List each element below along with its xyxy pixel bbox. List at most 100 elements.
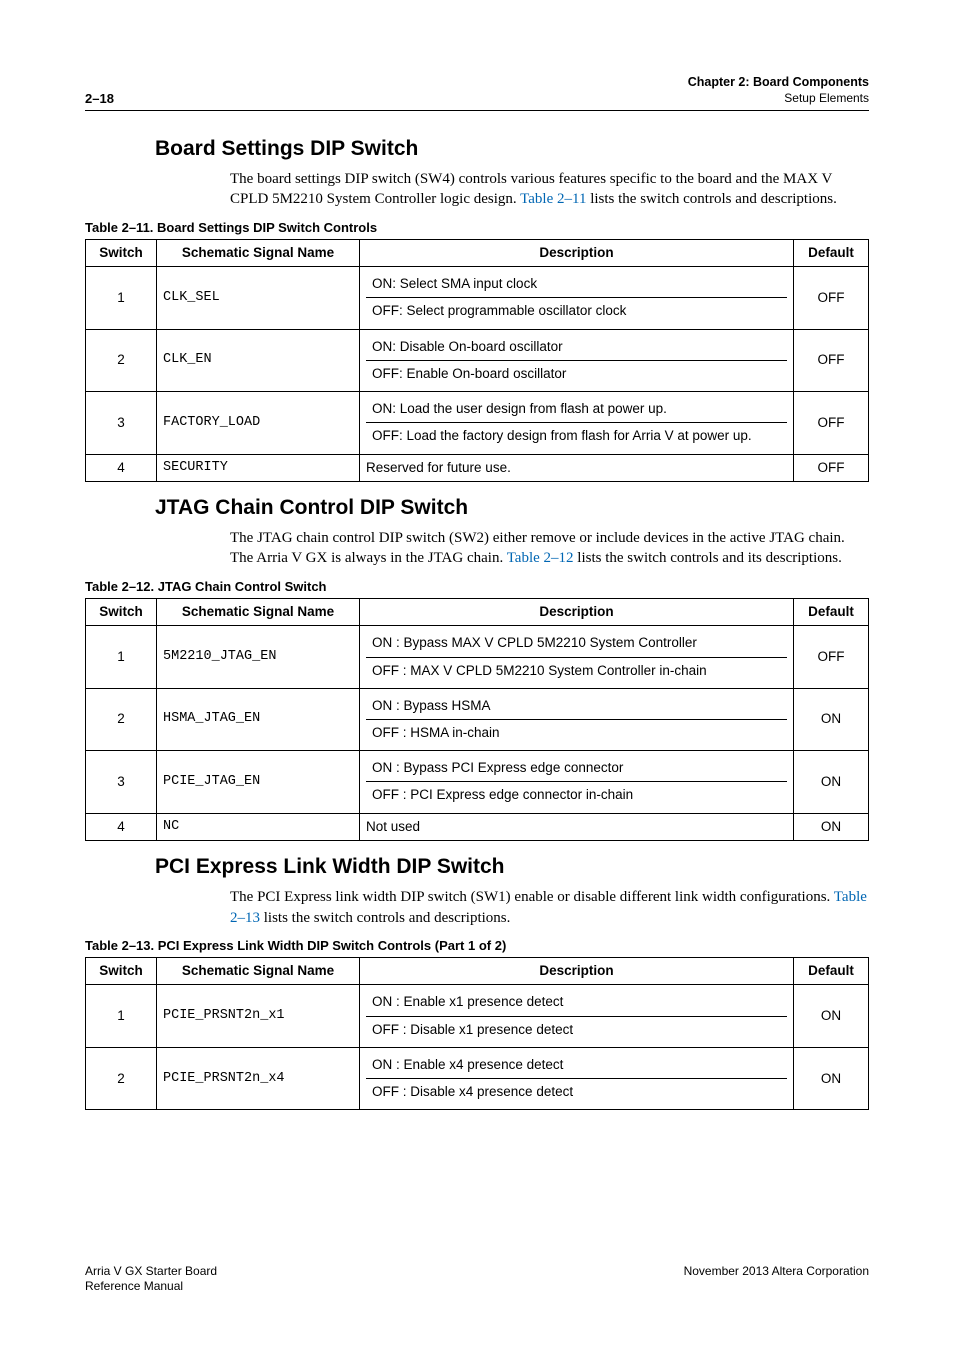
table-2-13-caption: Table 2–13. PCI Express Link Width DIP S… [85,938,869,953]
cell-switch: 4 [86,813,157,840]
section-board-post: lists the switch controls and descriptio… [586,191,836,207]
cell-signal: PCIE_JTAG_EN [157,751,360,813]
cell-desc: Not used [360,813,794,840]
cell-default: OFF [794,626,869,688]
cell-desc-on: ON : Enable x1 presence detect [366,989,787,1016]
cell-signal: PCIE_PRSNT2n_x4 [157,1047,360,1109]
chapter-subline: Setup Elements [688,91,869,106]
cell-switch: 3 [86,751,157,813]
cell-desc-off: OFF: Load the factory design from flash … [366,423,787,449]
cell-desc-off: OFF: Enable On-board oscillator [366,361,787,387]
cell-switch: 3 [86,392,157,454]
th-switch: Switch [86,958,157,985]
cell-desc: Reserved for future use. [360,454,794,481]
cell-desc-on: ON : Bypass HSMA [366,693,787,720]
cell-desc: ON : Enable x1 presence detect OFF : Dis… [360,985,794,1047]
link-table-2-11[interactable]: Table 2–11 [520,191,586,207]
cell-signal: 5M2210_JTAG_EN [157,626,360,688]
cell-desc-off: OFF : Disable x1 presence detect [366,1017,787,1043]
cell-default: ON [794,688,869,750]
table-row: 4 SECURITY Reserved for future use. OFF [86,454,869,481]
table-row: 1 CLK_SEL ON: Select SMA input clock OFF… [86,267,869,329]
th-signal: Schematic Signal Name [157,958,360,985]
footer-left-2: Reference Manual [85,1279,183,1293]
cell-switch: 1 [86,626,157,688]
cell-signal: CLK_EN [157,329,360,391]
cell-desc-on: ON: Select SMA input clock [366,271,787,298]
cell-switch: 1 [86,985,157,1047]
th-signal: Schematic Signal Name [157,599,360,626]
th-desc: Description [360,240,794,267]
header-rule [85,110,869,111]
th-default: Default [794,599,869,626]
th-switch: Switch [86,240,157,267]
cell-switch: 1 [86,267,157,329]
section-pcie-pre: The PCI Express link width DIP switch (S… [230,889,834,905]
table-row: 4 NC Not used ON [86,813,869,840]
cell-desc-off: OFF : MAX V CPLD 5M2210 System Controlle… [366,658,787,684]
cell-desc: ON: Select SMA input clock OFF: Select p… [360,267,794,329]
cell-desc-on: ON : Bypass PCI Express edge connector [366,755,787,782]
cell-default: OFF [794,454,869,481]
page-header: 2–18 Chapter 2: Board Components Setup E… [85,75,869,106]
table-row: 3 PCIE_JTAG_EN ON : Bypass PCI Express e… [86,751,869,813]
th-default: Default [794,958,869,985]
th-signal: Schematic Signal Name [157,240,360,267]
cell-default: OFF [794,267,869,329]
cell-signal: FACTORY_LOAD [157,392,360,454]
th-default: Default [794,240,869,267]
table-row: 2 PCIE_PRSNT2n_x4 ON : Enable x4 presenc… [86,1047,869,1109]
cell-switch: 4 [86,454,157,481]
th-desc: Description [360,599,794,626]
cell-signal: CLK_SEL [157,267,360,329]
table-row: 2 HSMA_JTAG_EN ON : Bypass HSMA OFF : HS… [86,688,869,750]
cell-desc-off: OFF : PCI Express edge connector in-chai… [366,782,787,808]
cell-signal: PCIE_PRSNT2n_x1 [157,985,360,1047]
cell-desc: ON: Load the user design from flash at p… [360,392,794,454]
table-row: 1 5M2210_JTAG_EN ON : Bypass MAX V CPLD … [86,626,869,688]
footer-left-1: Arria V GX Starter Board [85,1264,217,1278]
table-2-12-caption: Table 2–12. JTAG Chain Control Switch [85,579,869,594]
cell-desc: ON: Disable On-board oscillator OFF: Ena… [360,329,794,391]
section-jtag-post: lists the switch controls and its descri… [574,550,842,566]
cell-signal: NC [157,813,360,840]
page-number: 2–18 [85,91,114,106]
cell-desc-on: ON : Bypass MAX V CPLD 5M2210 System Con… [366,630,787,657]
cell-desc: ON : Bypass PCI Express edge connector O… [360,751,794,813]
table-row: 3 FACTORY_LOAD ON: Load the user design … [86,392,869,454]
footer-right: November 2013 Altera Corporation [684,1264,869,1295]
cell-signal: SECURITY [157,454,360,481]
page-footer: Arria V GX Starter Board Reference Manua… [85,1264,869,1295]
cell-desc-off: OFF : HSMA in-chain [366,720,787,746]
cell-switch: 2 [86,688,157,750]
section-pcie-post: lists the switch controls and descriptio… [260,910,510,926]
cell-desc-on: ON: Disable On-board oscillator [366,334,787,361]
cell-signal: HSMA_JTAG_EN [157,688,360,750]
th-switch: Switch [86,599,157,626]
cell-switch: 2 [86,329,157,391]
table-2-12: Switch Schematic Signal Name Description… [85,598,869,841]
th-desc: Description [360,958,794,985]
cell-desc-off: OFF : Disable x4 presence detect [366,1079,787,1105]
cell-desc: ON : Bypass HSMA OFF : HSMA in-chain [360,688,794,750]
cell-default: OFF [794,329,869,391]
section-title-board: Board Settings DIP Switch [155,137,869,161]
table-row: 2 CLK_EN ON: Disable On-board oscillator… [86,329,869,391]
cell-default: ON [794,751,869,813]
link-table-2-12[interactable]: Table 2–12 [507,550,574,566]
cell-desc-on: ON : Enable x4 presence detect [366,1052,787,1079]
cell-desc-off: OFF: Select programmable oscillator cloc… [366,298,787,324]
cell-default: OFF [794,392,869,454]
section-para-board: The board settings DIP switch (SW4) cont… [230,169,869,210]
cell-switch: 2 [86,1047,157,1109]
table-2-13: Switch Schematic Signal Name Description… [85,957,869,1110]
cell-default: ON [794,1047,869,1109]
cell-default: ON [794,813,869,840]
section-para-jtag: The JTAG chain control DIP switch (SW2) … [230,528,869,569]
cell-desc: ON : Bypass MAX V CPLD 5M2210 System Con… [360,626,794,688]
table-row: 1 PCIE_PRSNT2n_x1 ON : Enable x1 presenc… [86,985,869,1047]
section-title-pcie: PCI Express Link Width DIP Switch [155,855,869,879]
section-title-jtag: JTAG Chain Control DIP Switch [155,496,869,520]
cell-desc-on: ON: Load the user design from flash at p… [366,396,787,423]
table-2-11: Switch Schematic Signal Name Description… [85,239,869,482]
